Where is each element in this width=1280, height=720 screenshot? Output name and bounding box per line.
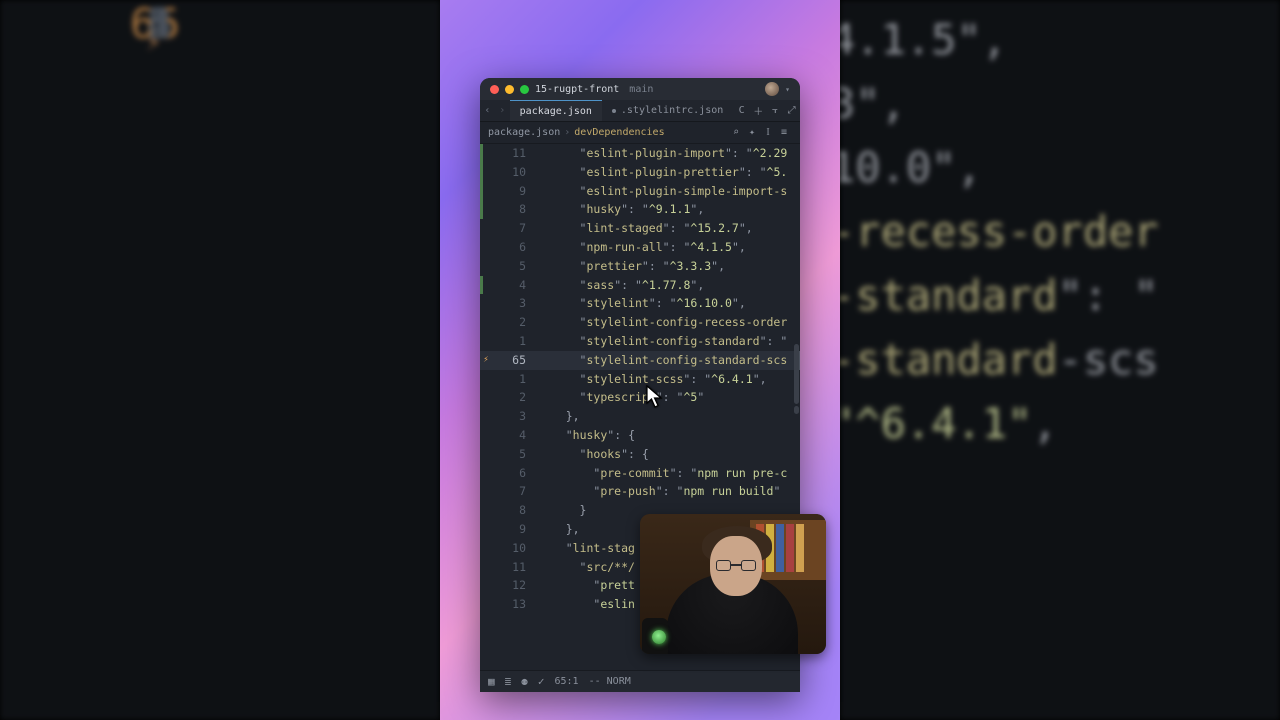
line-number: 5 [480, 257, 536, 276]
line-number: 7 [480, 482, 536, 501]
code-line[interactable]: 6 "npm-run-all": "^4.1.5", [480, 238, 800, 257]
chevron-down-icon[interactable]: ▾ [785, 85, 790, 94]
minimize-icon[interactable] [505, 85, 514, 94]
settings-icon[interactable]: ≡ [776, 127, 792, 138]
search-icon[interactable]: ⌕ [728, 127, 744, 138]
scrollbar-thumb[interactable] [794, 344, 799, 404]
traffic-lights[interactable] [490, 85, 529, 94]
close-icon[interactable] [490, 85, 499, 94]
mic-light-icon [652, 630, 666, 644]
git-branch: main [629, 84, 653, 95]
line-number: 4 [480, 276, 536, 295]
line-number: 9 [480, 520, 536, 539]
line-number: 6 [480, 464, 536, 483]
code-line[interactable]: 9 "eslint-plugin-simple-import-s [480, 182, 800, 201]
expand-icon[interactable]: ⤢ [783, 100, 800, 121]
nav-back-icon[interactable]: ‹ [480, 100, 495, 121]
glasses-icon [716, 560, 756, 572]
line-number: 3 [480, 407, 536, 426]
line-number: 10 [480, 539, 536, 558]
split-icon[interactable]: ⫟ [767, 100, 784, 121]
line-number: 8 [480, 501, 536, 520]
webcam-overlay [640, 514, 826, 654]
tool-letter[interactable]: C [733, 100, 750, 121]
background-code-left: 654321⚡651234 [0, 0, 440, 720]
code-line[interactable]: 11 "eslint-plugin-import": "^2.29 [480, 144, 800, 163]
code-line[interactable]: 1 "stylelint-scss": "^6.4.1", [480, 370, 800, 389]
vim-mode: -- NORM [589, 676, 631, 687]
code-line[interactable]: 3 "stylelint": "^16.10.0", [480, 294, 800, 313]
line-number: 65 [480, 351, 536, 370]
line-number: 1 [480, 332, 536, 351]
line-number: 9 [480, 182, 536, 201]
modified-dot-icon [612, 109, 616, 113]
line-number: 8 [480, 200, 536, 219]
line-number: 10 [480, 163, 536, 182]
code-line[interactable]: 1 "stylelint-config-standard": " [480, 332, 800, 351]
cursor-position: 65:1 [555, 676, 579, 687]
breadcrumb-symbol[interactable]: devDependencies [574, 127, 664, 138]
line-number: 12 [480, 576, 536, 595]
zoom-icon[interactable] [520, 85, 529, 94]
check-icon[interactable]: ✓ [538, 675, 545, 688]
window-titlebar: 15-rugpt-front main ▾ [480, 78, 800, 100]
text-cursor-icon[interactable]: I [760, 127, 776, 138]
code-line[interactable]: 4 "sass": "^1.77.8", [480, 276, 800, 295]
project-name: 15-rugpt-front [535, 84, 619, 95]
code-line[interactable]: 6 "pre-commit": "npm run pre-c [480, 464, 800, 483]
breadcrumb-file[interactable]: package.json [488, 127, 560, 138]
code-line[interactable]: 7 "lint-staged": "^15.2.7", [480, 219, 800, 238]
background-code-right: 4.1.5",3",10.0",-recess-order-standard":… [840, 0, 1280, 720]
nav-forward-icon[interactable]: › [495, 100, 510, 121]
list-icon[interactable]: ≣ [505, 675, 512, 688]
avatar[interactable] [765, 82, 779, 96]
breadcrumb: package.json › devDependencies ⌕ ✦ I ≡ [480, 122, 800, 144]
line-number: 11 [480, 558, 536, 577]
tab-bar: ‹ › package.json .stylelintrc.json C ＋ ⫟… [480, 100, 800, 122]
line-number: 2 [480, 388, 536, 407]
scrollbar-thumb[interactable] [794, 406, 799, 414]
line-number: 7 [480, 219, 536, 238]
phone-crop-column: 15-rugpt-front main ▾ ‹ › package.json .… [440, 0, 840, 720]
code-line[interactable]: 4 "husky": { [480, 426, 800, 445]
code-line[interactable]: 5 "hooks": { [480, 445, 800, 464]
line-number: 6 [480, 238, 536, 257]
people-icon[interactable]: ⚉ [521, 675, 528, 688]
tab-stylelintrc[interactable]: .stylelintrc.json [602, 100, 733, 121]
code-line[interactable]: 7 "pre-push": "npm run build" [480, 482, 800, 501]
line-number: 4 [480, 426, 536, 445]
line-number: 11 [480, 144, 536, 163]
line-number: 13 [480, 595, 536, 614]
status-bar: ▦ ≣ ⚉ ✓ 65:1 -- NORM [480, 670, 800, 692]
sparkle-icon[interactable]: ✦ [744, 127, 760, 138]
panel-icon[interactable]: ▦ [488, 675, 495, 688]
code-line[interactable]: 8 "husky": "^9.1.1", [480, 200, 800, 219]
tab-label: package.json [520, 106, 592, 117]
line-number: 3 [480, 294, 536, 313]
code-line[interactable]: 10 "eslint-plugin-prettier": "^5. [480, 163, 800, 182]
line-number: 1 [480, 370, 536, 389]
code-line[interactable]: 5 "prettier": "^3.3.3", [480, 257, 800, 276]
code-line[interactable]: ⚡65 "stylelint-config-standard-scs [480, 351, 800, 370]
add-tab-icon[interactable]: ＋ [750, 100, 767, 121]
chevron-right-icon: › [564, 127, 570, 138]
tab-label: .stylelintrc.json [621, 105, 723, 116]
line-number: 5 [480, 445, 536, 464]
code-line[interactable]: 2 "stylelint-config-recess-order [480, 313, 800, 332]
code-line[interactable]: 3 }, [480, 407, 800, 426]
code-line[interactable]: 2 "typescript": "^5" [480, 388, 800, 407]
line-number: 2 [480, 313, 536, 332]
tab-package-json[interactable]: package.json [510, 100, 602, 121]
